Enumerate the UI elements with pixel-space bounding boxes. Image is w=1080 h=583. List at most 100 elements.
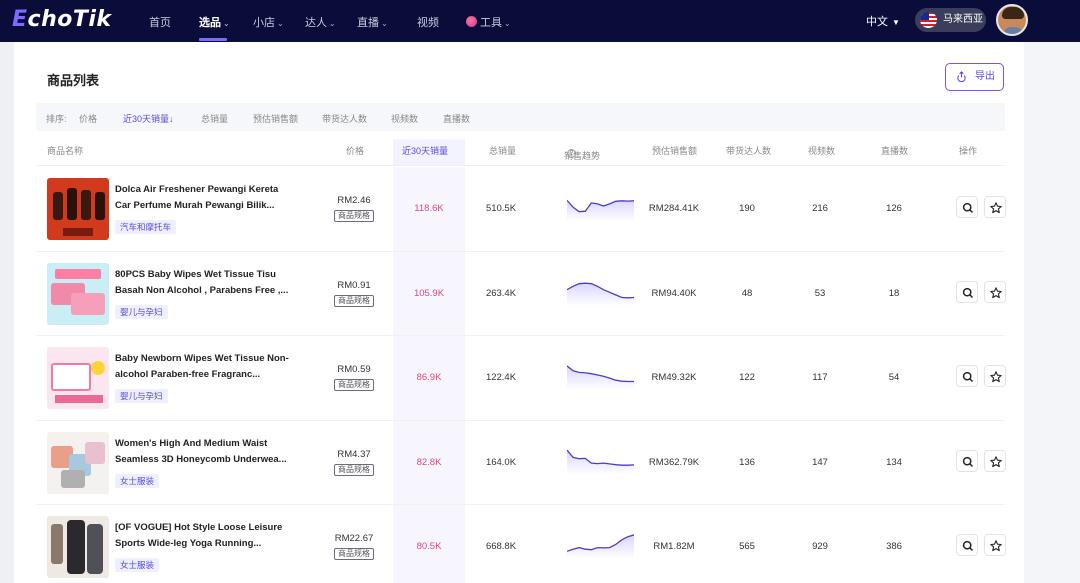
col-total-sales[interactable]: 总销量 <box>489 144 516 157</box>
product-name[interactable]: 80PCS Baby Wipes Wet Tissue Tisu Basah N… <box>115 267 293 299</box>
videos-value: 929 <box>812 541 828 552</box>
product-name[interactable]: Women's High And Medium Waist Seamless 3… <box>115 436 293 468</box>
help-icon[interactable]: ? <box>567 149 576 158</box>
total-sales-value: 510.5K <box>485 203 517 214</box>
col-revenue[interactable]: 预估销售额 <box>652 144 697 157</box>
product-thumbnail[interactable] <box>47 516 109 578</box>
col-lives[interactable]: 直播数 <box>881 144 908 157</box>
spec-button[interactable]: 商品规格 <box>334 548 374 560</box>
nav-products[interactable]: 选品 ⌄ <box>199 14 230 30</box>
revenue-value: RM94.40K <box>651 287 697 299</box>
export-button[interactable]: 导出 <box>945 63 1004 91</box>
category-tag[interactable]: 汽车和摩托车 <box>115 220 177 234</box>
sales-trend-sparkline <box>567 282 634 306</box>
search-button[interactable] <box>956 449 978 472</box>
search-icon <box>962 202 974 214</box>
product-thumbnail[interactable] <box>47 262 109 325</box>
trend-area <box>567 449 634 475</box>
sales30-value: 105.9K <box>413 287 445 299</box>
search-icon <box>962 540 974 552</box>
lives-value: 126 <box>886 203 902 214</box>
table-row[interactable]: Dolca Air Freshener Pewangi Kereta Car P… <box>36 167 1006 252</box>
sort-option-price[interactable]: 价格 <box>79 112 97 125</box>
star-icon <box>990 455 1002 467</box>
chevron-down-icon: ⌄ <box>277 19 284 28</box>
sales30-value: 82.8K <box>416 456 442 468</box>
search-icon <box>962 371 974 383</box>
revenue-value: RM1.82M <box>653 541 695 552</box>
col-price[interactable]: 价格 <box>346 144 364 157</box>
echotik-logo[interactable]: EchoTik <box>12 7 112 32</box>
creators-value: 190 <box>739 203 755 214</box>
sort-option-sales30[interactable]: 近30天销量↓ <box>123 112 174 125</box>
nav-live[interactable]: 直播 ⌄ <box>357 14 388 30</box>
product-table-body: Dolca Air Freshener Pewangi Kereta Car P… <box>36 167 1006 583</box>
search-button[interactable] <box>956 280 978 303</box>
sales30-value: 118.6K <box>414 203 444 214</box>
nav-videos[interactable]: 视频 <box>417 14 439 30</box>
favorite-button[interactable] <box>984 449 1006 472</box>
nav-tools[interactable]: 工具 ⌄ <box>466 14 511 30</box>
product-price: RM0.59 <box>337 364 371 375</box>
product-thumbnail[interactable] <box>47 431 109 494</box>
sort-option-total-sales[interactable]: 总销量 <box>201 112 228 125</box>
page-title: 商品列表 <box>47 73 100 88</box>
table-row[interactable]: Women's High And Medium Waist Seamless 3… <box>36 420 1006 505</box>
sales-trend-sparkline <box>567 365 634 390</box>
product-thumbnail[interactable] <box>47 178 109 240</box>
spec-button[interactable]: 商品规格 <box>334 379 374 391</box>
user-avatar[interactable] <box>996 4 1028 36</box>
search-button[interactable] <box>956 534 978 556</box>
top-nav-bar: EchoTik 首页 选品 ⌄ 小店 ⌄ 达人 ⌄ 直播 ⌄ 视频 工具 ⌄ 中文 ▼ 马来… <box>0 0 1080 42</box>
col-creators[interactable]: 带货达人数 <box>726 144 771 157</box>
total-sales-value: 263.4K <box>485 287 517 299</box>
lives-value: 54 <box>888 372 900 383</box>
sort-option-lives[interactable]: 直播数 <box>443 112 470 125</box>
chevron-down-icon: ⌄ <box>329 19 336 28</box>
favorite-button[interactable] <box>984 365 1006 387</box>
nav-home[interactable]: 首页 <box>149 14 171 30</box>
table-row[interactable]: Baby Newborn Wipes Wet Tissue Non-alcoho… <box>36 336 1006 421</box>
sort-bar: 排序: 价格 近30天销量↓ 总销量 预估销售额 带货达人数 视频数 直播数 <box>36 103 1005 131</box>
language-selector[interactable]: 中文 ▼ <box>866 13 900 29</box>
category-tag[interactable]: 女士服装 <box>115 473 160 488</box>
favorite-button[interactable] <box>984 196 1006 218</box>
product-name[interactable]: Dolca Air Freshener Pewangi Kereta Car P… <box>115 182 293 214</box>
nav-creators[interactable]: 达人 ⌄ <box>305 14 336 30</box>
sort-option-videos[interactable]: 视频数 <box>391 112 418 125</box>
star-icon <box>990 286 1002 298</box>
star-icon <box>990 371 1002 383</box>
spec-button[interactable]: 商品规格 <box>334 210 374 222</box>
category-tag[interactable]: 婴儿与孕妇 <box>115 304 168 319</box>
col-videos[interactable]: 视频数 <box>808 144 835 157</box>
category-tag[interactable]: 婴儿与孕妇 <box>115 389 168 403</box>
product-price: RM4.37 <box>337 448 371 460</box>
product-thumbnail[interactable] <box>47 347 109 409</box>
spec-button[interactable]: 商品规格 <box>334 463 374 476</box>
sort-option-revenue[interactable]: 预估销售额 <box>253 112 298 125</box>
spec-button[interactable]: 商品规格 <box>334 294 374 307</box>
country-selector[interactable]: 马来西亚 <box>915 8 986 32</box>
search-button[interactable] <box>956 196 978 218</box>
chevron-down-icon: ⌄ <box>381 19 388 28</box>
col-sales30[interactable]: 近30天销量 <box>402 144 448 157</box>
sales-trend-sparkline <box>567 449 634 475</box>
creators-value: 136 <box>739 456 755 468</box>
product-name[interactable]: Baby Newborn Wipes Wet Tissue Non-alcoho… <box>115 351 293 383</box>
sales30-value: 80.5K <box>416 541 442 552</box>
sort-option-creators[interactable]: 带货达人数 <box>322 112 367 125</box>
nav-shops[interactable]: 小店 ⌄ <box>253 14 284 30</box>
chevron-down-icon: ⌄ <box>504 19 511 28</box>
favorite-button[interactable] <box>984 534 1006 556</box>
favorite-button[interactable] <box>984 280 1006 303</box>
videos-value: 147 <box>812 456 828 468</box>
table-row[interactable]: [OF VOGUE] Hot Style Loose Leisure Sport… <box>36 505 1006 583</box>
product-name[interactable]: [OF VOGUE] Hot Style Loose Leisure Sport… <box>115 520 293 552</box>
trend-area <box>567 282 634 306</box>
table-row[interactable]: 80PCS Baby Wipes Wet Tissue Tisu Basah N… <box>36 251 1006 336</box>
product-price: RM22.67 <box>334 533 374 544</box>
category-tag[interactable]: 女士服装 <box>115 558 160 572</box>
tools-icon <box>466 16 477 27</box>
star-icon <box>990 202 1002 214</box>
search-button[interactable] <box>956 365 978 387</box>
